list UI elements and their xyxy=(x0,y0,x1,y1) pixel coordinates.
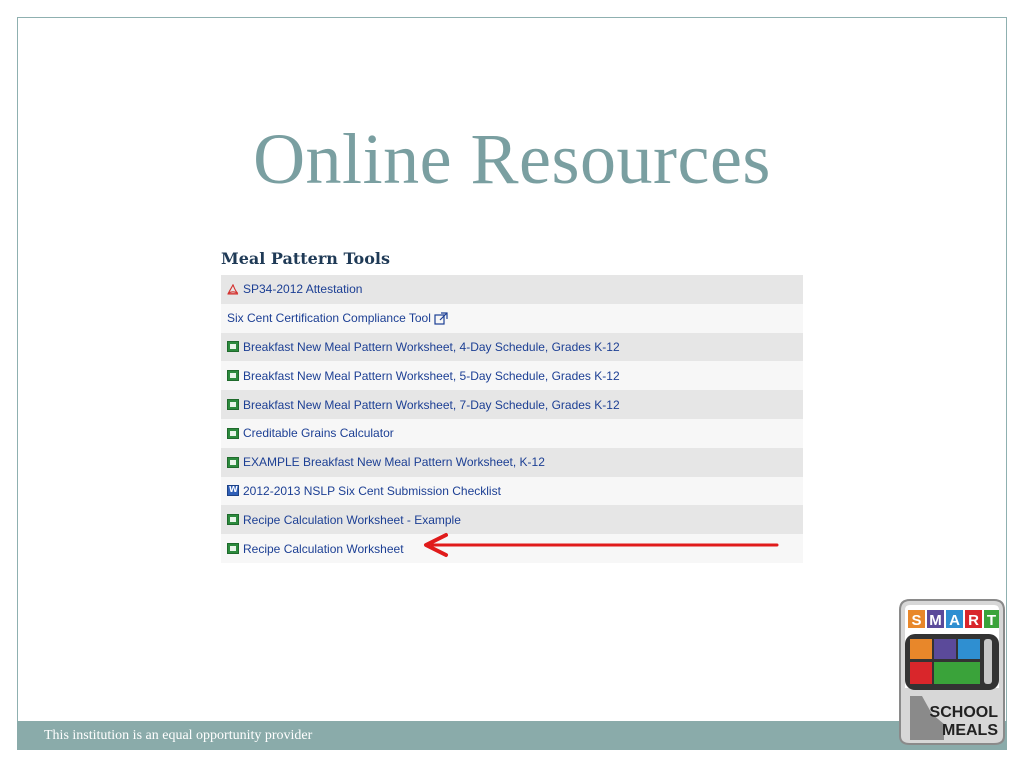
logo-line1: SCHOOL xyxy=(930,704,999,721)
logo-letter: T xyxy=(987,612,996,629)
list-item[interactable]: Six Cent Certification Compliance Tool xyxy=(221,303,803,333)
resource-panel: Meal Pattern Tools SP34-2012 Attestation… xyxy=(221,248,803,563)
smart-school-meals-logo: S M A R T SCHOOL MEALS xyxy=(899,599,1005,745)
excel-icon xyxy=(227,427,239,439)
excel-icon xyxy=(227,370,239,382)
excel-icon xyxy=(227,341,239,353)
excel-icon xyxy=(227,543,239,555)
footer-text: This institution is an equal opportunity… xyxy=(44,728,313,743)
logo-letter: A xyxy=(949,612,960,629)
external-link-icon xyxy=(434,312,448,325)
list-item-label[interactable]: Breakfast New Meal Pattern Worksheet, 5-… xyxy=(243,369,620,383)
list-item[interactable]: Creditable Grains Calculator xyxy=(221,418,803,448)
resource-list: SP34-2012 Attestation Six Cent Certifica… xyxy=(221,275,803,563)
excel-icon xyxy=(227,399,239,411)
list-item[interactable]: Recipe Calculation Worksheet - Example xyxy=(221,505,803,535)
word-icon xyxy=(227,485,239,497)
list-item-label[interactable]: SP34-2012 Attestation xyxy=(243,282,362,296)
list-item-label[interactable]: Breakfast New Meal Pattern Worksheet, 4-… xyxy=(243,340,620,354)
list-item[interactable]: 2012-2013 NSLP Six Cent Submission Check… xyxy=(221,476,803,506)
section-heading: Meal Pattern Tools xyxy=(221,249,390,268)
excel-icon xyxy=(227,456,239,468)
logo-letter: M xyxy=(929,612,942,629)
list-item[interactable]: EXAMPLE Breakfast New Meal Pattern Works… xyxy=(221,447,803,477)
list-item-label[interactable]: Breakfast New Meal Pattern Worksheet, 7-… xyxy=(243,398,620,412)
list-item-label[interactable]: Recipe Calculation Worksheet xyxy=(243,542,404,556)
logo-letter: R xyxy=(968,612,979,629)
slide-title: Online Resources xyxy=(253,119,771,199)
logo-line2: MEALS xyxy=(942,722,998,739)
list-item[interactable]: Breakfast New Meal Pattern Worksheet, 4-… xyxy=(221,332,803,362)
footer-bar: This institution is an equal opportunity… xyxy=(17,721,1007,750)
list-item-label[interactable]: 2012-2013 NSLP Six Cent Submission Check… xyxy=(243,484,501,498)
list-item-label[interactable]: EXAMPLE Breakfast New Meal Pattern Works… xyxy=(243,455,545,469)
list-item[interactable]: SP34-2012 Attestation xyxy=(221,275,803,304)
list-item-label[interactable]: Recipe Calculation Worksheet - Example xyxy=(243,513,461,527)
red-arrow-icon xyxy=(424,533,779,557)
excel-icon xyxy=(227,514,239,526)
pdf-icon xyxy=(227,283,239,295)
list-item[interactable]: Breakfast New Meal Pattern Worksheet, 5-… xyxy=(221,361,803,391)
list-item-label[interactable]: Six Cent Certification Compliance Tool xyxy=(227,311,431,325)
list-item-label[interactable]: Creditable Grains Calculator xyxy=(243,426,394,440)
logo-letter: S xyxy=(911,612,921,629)
list-item[interactable]: Breakfast New Meal Pattern Worksheet, 7-… xyxy=(221,390,803,419)
